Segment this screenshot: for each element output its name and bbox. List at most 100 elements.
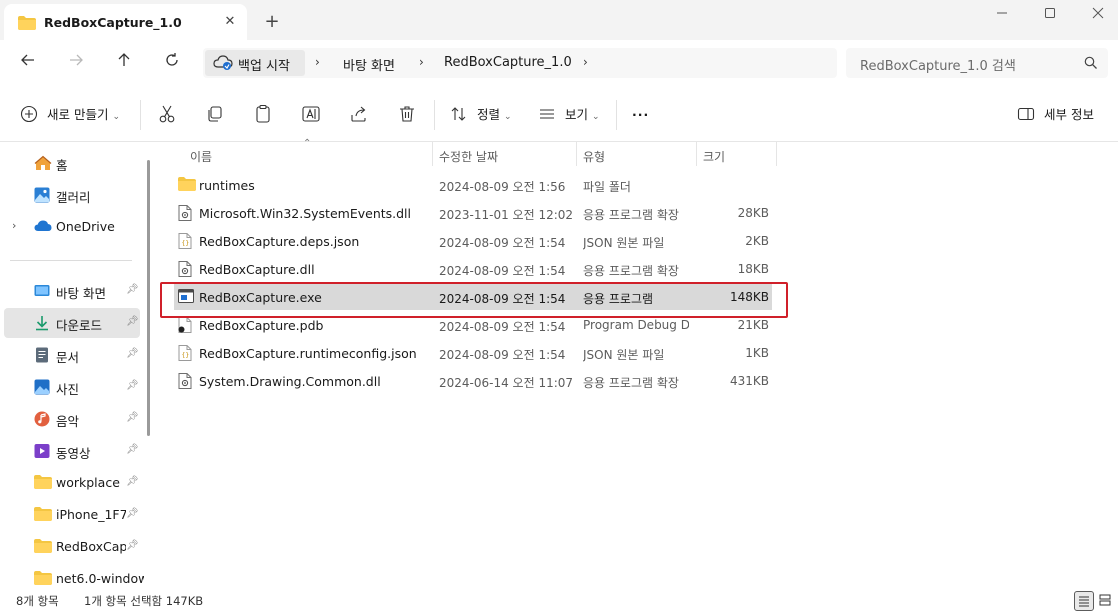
close-window-button[interactable] [1086,6,1110,24]
forward-button[interactable] [64,52,88,74]
sidebar-item-music[interactable]: 음악 📌︎ [4,404,140,434]
file-type: Program Debug Database [583,318,689,332]
copy-icon [208,106,222,122]
search-box[interactable]: RedBoxCapture_1.0 검색 [846,48,1108,78]
sidebar-item-redboxcapture[interactable]: RedBoxCapture 📌︎ [4,532,140,562]
divider [10,260,132,261]
breadcrumb-current-folder[interactable]: RedBoxCapture_1.0 [444,55,572,70]
file-name: RedBoxCapture.deps.json [199,234,360,249]
folder-icon [34,475,52,492]
sidebar-item-documents[interactable]: 문서 📌︎ [4,340,140,370]
new-tab-button[interactable]: + [262,12,282,32]
share-button[interactable] [349,104,371,126]
pin-icon[interactable]: 📌︎ [126,476,139,487]
details-view-icon [1079,596,1089,607]
back-button[interactable] [16,52,40,74]
dll-icon [178,373,192,392]
chevron-right-icon[interactable]: › [12,219,16,232]
pin-icon[interactable]: 📌︎ [126,508,139,519]
pin-icon[interactable]: 📌︎ [126,316,139,327]
rename-icon [302,106,320,122]
dll-icon [178,205,192,224]
column-divider[interactable] [776,142,777,166]
sidebar-item-gallery[interactable]: 갤러리 [4,180,140,210]
maximize-button[interactable] [1038,6,1062,24]
sidebar-scrollbar[interactable] [147,160,150,436]
file-type: JSON 원본 파일 [583,236,665,250]
refresh-button[interactable] [160,52,184,74]
music-icon [34,411,50,430]
view-button[interactable]: 보기 ⌄ [538,104,600,126]
tiles-view-button[interactable] [1096,591,1116,611]
column-divider[interactable] [696,142,697,166]
gallery-icon [34,187,50,206]
title-bar: RedBoxCapture_1.0 ✕ + [0,0,1118,40]
column-header-name[interactable]: 이름 [190,148,212,165]
file-row-systemevents-dll[interactable]: Microsoft.Win32.SystemEvents.dll 2023-11… [174,200,772,226]
file-row-drawing-common-dll[interactable]: System.Drawing.Common.dll 2024-06-14 오전 … [174,368,772,394]
column-header-size[interactable]: 크기 [703,148,725,165]
address-row: 백업 시작 › 바탕 화면 › RedBoxCapture_1.0 › RedB… [0,40,1118,86]
breadcrumb-desktop[interactable]: 바탕 화면 [343,55,395,74]
sidebar-item-onedrive[interactable]: › OneDrive [4,212,140,242]
file-row-runtimeconfig-json[interactable]: {} RedBoxCapture.runtimeconfig.json 2024… [174,340,772,366]
new-button[interactable]: 새로 만들기 ⌄ [20,104,120,126]
json-icon: {} [178,233,192,252]
chevron-right-icon[interactable]: › [315,55,320,69]
sidebar-item-iphone[interactable]: iPhone_1F73 📌︎ [4,500,140,530]
sidebar-item-label: 동영상 [56,446,91,461]
breadcrumb-backup-start[interactable]: 백업 시작 [205,50,305,76]
tiles-view-icon [1099,594,1111,606]
sidebar-item-downloads[interactable]: 다운로드 📌︎ [4,308,140,338]
file-row-runtimes[interactable]: runtimes 2024-08-09 오전 1:56 파일 폴더 [174,172,772,198]
search-icon[interactable] [1084,56,1098,73]
search-input[interactable]: RedBoxCapture_1.0 검색 [860,55,1016,74]
close-tab-button[interactable]: ✕ [220,12,240,32]
paste-button[interactable] [253,104,275,126]
sidebar-item-label: OneDrive [56,219,115,234]
column-divider[interactable] [432,142,433,166]
sidebar-item-desktop[interactable]: 바탕 화면 📌︎ [4,276,140,306]
file-row-redboxcapture-dll[interactable]: RedBoxCapture.dll 2024-08-09 오전 1:54 응용 … [174,256,772,282]
file-size: 18KB [737,262,769,276]
file-type: 파일 폴더 [583,180,631,194]
minimize-button[interactable] [990,6,1014,24]
pin-icon[interactable]: 📌︎ [126,380,139,391]
more-options-button[interactable]: ··· [632,104,649,126]
share-icon [351,106,366,122]
address-bar[interactable]: 백업 시작 › 바탕 화면 › RedBoxCapture_1.0 › [203,48,837,78]
folder-icon [18,16,36,33]
file-name: RedBoxCapture.dll [199,262,315,277]
sidebar-item-workplace[interactable]: workplace 📌︎ [4,468,140,498]
details-pane-button[interactable]: 세부 정보 [1017,104,1094,126]
sidebar-item-pictures[interactable]: 사진 📌︎ [4,372,140,402]
chevron-right-icon[interactable]: › [419,55,424,69]
file-row-deps-json[interactable]: {} RedBoxCapture.deps.json 2024-08-09 오전… [174,228,772,254]
pin-icon[interactable]: 📌︎ [126,348,139,359]
rename-button[interactable] [301,104,323,126]
column-header-type[interactable]: 유형 [583,148,605,165]
scissors-icon [159,105,175,123]
pin-icon[interactable]: 📌︎ [126,444,139,455]
column-divider[interactable] [576,142,577,166]
copy-button[interactable] [205,104,227,126]
file-date: 2024-08-09 오전 1:54 [439,236,566,250]
delete-button[interactable] [397,104,419,126]
tab-redboxcapture[interactable]: RedBoxCapture_1.0 ✕ [4,4,247,40]
sidebar-item-videos[interactable]: 동영상 📌︎ [4,436,140,466]
up-button[interactable] [112,52,136,74]
pin-icon[interactable]: 📌︎ [126,540,139,551]
details-view-button[interactable] [1074,591,1094,611]
pin-icon[interactable]: 📌︎ [126,284,139,295]
json-icon: {} [178,345,192,364]
cut-button[interactable] [157,104,179,126]
sidebar-item-home[interactable]: 홈 [4,148,140,178]
file-type: 응용 프로그램 확장 [583,376,679,390]
divider [616,100,617,130]
file-size: 2KB [745,234,769,248]
sidebar-item-label: 홈 [56,158,68,173]
pin-icon[interactable]: 📌︎ [126,412,139,423]
chevron-right-icon[interactable]: › [583,55,588,69]
column-header-date[interactable]: 수정한 날짜 [439,148,498,165]
sort-button[interactable]: 정렬 ⌄ [450,104,512,126]
